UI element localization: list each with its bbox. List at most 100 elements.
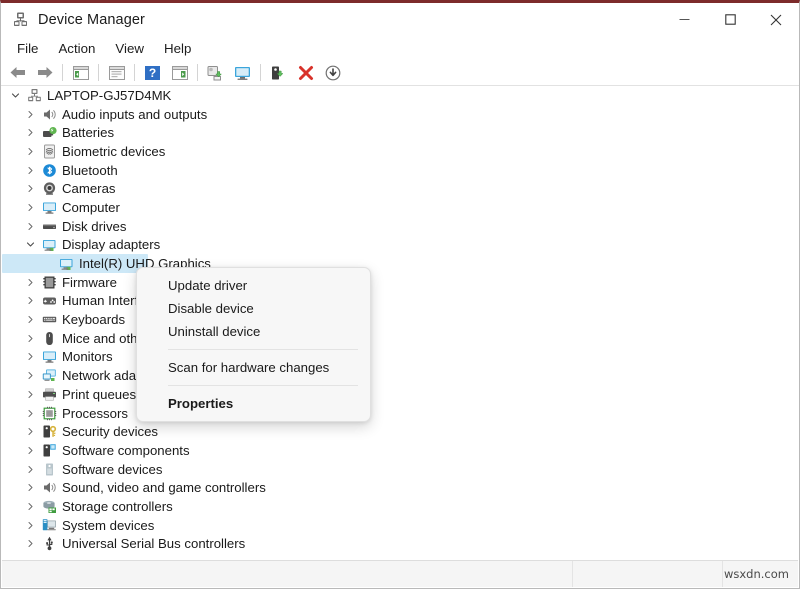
context-menu-item-scan-for-hardware-changes[interactable]: Scan for hardware changes — [137, 356, 370, 379]
tree-item-network-adapters[interactable]: Network adapters — [2, 366, 798, 385]
chevron-right-icon[interactable] — [22, 446, 39, 455]
hid-icon — [39, 293, 59, 308]
chevron-right-icon[interactable] — [22, 539, 39, 548]
tree-item-print-queues[interactable]: Print queues — [2, 385, 798, 404]
battery-icon — [39, 125, 59, 140]
tree-item-label: Audio inputs and outputs — [59, 107, 207, 122]
context-menu-item-uninstall-device[interactable]: Uninstall device — [137, 320, 370, 343]
tree-item-label: System devices — [59, 518, 154, 533]
tree-item-intel-uhd-graphics[interactable]: Intel(R) UHD Graphics — [2, 254, 798, 273]
tree-item-label: Storage controllers — [59, 499, 173, 514]
tree-item-label: Monitors — [59, 349, 113, 364]
chevron-right-icon[interactable] — [22, 521, 39, 530]
menu-action[interactable]: Action — [48, 39, 105, 58]
context-menu[interactable]: Update driver Disable device Uninstall d… — [136, 267, 371, 422]
chevron-down-icon[interactable] — [22, 240, 39, 249]
show-hide-action-pane-icon[interactable] — [166, 61, 193, 84]
chevron-right-icon[interactable] — [22, 371, 39, 380]
chevron-right-icon[interactable] — [22, 296, 39, 305]
chevron-right-icon[interactable] — [22, 110, 39, 119]
enable-device-icon[interactable] — [265, 61, 292, 84]
tree-item-audio-inputs-and-outputs[interactable]: Audio inputs and outputs — [2, 105, 798, 124]
tree-item-label: Firmware — [59, 275, 117, 290]
properties-icon[interactable] — [103, 61, 130, 84]
scan-for-hardware-changes-icon[interactable] — [229, 61, 256, 84]
fingerprint-icon — [39, 144, 59, 159]
menu-help[interactable]: Help — [154, 39, 201, 58]
chevron-right-icon[interactable] — [22, 184, 39, 193]
firmware-icon — [39, 275, 59, 290]
toolbar-separator — [134, 64, 135, 81]
tree-item-biometric-devices[interactable]: Biometric devices — [2, 142, 798, 161]
forward-arrow-icon[interactable] — [31, 61, 58, 84]
menu-file[interactable]: File — [7, 39, 48, 58]
chevron-right-icon[interactable] — [22, 278, 39, 287]
chevron-right-icon[interactable] — [22, 166, 39, 175]
tree-item-system-devices[interactable]: System devices — [2, 516, 798, 535]
tree-item-human-interface-devices[interactable]: Human Interface Devices — [2, 292, 798, 311]
disable-device-icon[interactable] — [319, 61, 346, 84]
device-tree[interactable]: LAPTOP-GJ57D4MK Audio inputs and outputs — [2, 86, 798, 559]
disk-drive-icon — [39, 219, 59, 234]
tree-item-bluetooth[interactable]: Bluetooth — [2, 161, 798, 180]
chevron-right-icon[interactable] — [22, 465, 39, 474]
context-menu-item-properties[interactable]: Properties — [137, 392, 370, 415]
chevron-right-icon[interactable] — [22, 203, 39, 212]
chevron-down-icon[interactable] — [7, 91, 24, 100]
tree-item-label: Print queues — [59, 387, 136, 402]
system-device-icon — [39, 518, 59, 533]
tree-item-keyboards[interactable]: Keyboards — [2, 310, 798, 329]
tree-item-label: Sound, video and game controllers — [59, 480, 266, 495]
uninstall-device-icon[interactable] — [292, 61, 319, 84]
menu-view[interactable]: View — [105, 39, 154, 58]
context-menu-item-disable-device[interactable]: Disable device — [137, 297, 370, 320]
chevron-right-icon[interactable] — [22, 390, 39, 399]
window-controls — [661, 3, 799, 36]
toolbar-separator — [197, 64, 198, 81]
show-hide-console-tree-icon[interactable] — [67, 61, 94, 84]
tree-item-root[interactable]: LAPTOP-GJ57D4MK — [2, 86, 798, 105]
toolbar: ? — [1, 60, 799, 86]
processor-icon — [39, 406, 59, 421]
tree-item-label: Batteries — [59, 125, 114, 140]
menu-bar: File Action View Help — [1, 36, 799, 60]
chevron-right-icon[interactable] — [22, 409, 39, 418]
tree-item-monitors[interactable]: Monitors — [2, 348, 798, 367]
tree-item-display-adapters[interactable]: Display adapters — [2, 236, 798, 255]
toolbar-separator — [260, 64, 261, 81]
tree-item-firmware[interactable]: Firmware — [2, 273, 798, 292]
minimize-button[interactable] — [661, 3, 707, 36]
chevron-right-icon[interactable] — [22, 128, 39, 137]
chevron-right-icon[interactable] — [22, 334, 39, 343]
tree-item-storage-controllers[interactable]: Storage controllers — [2, 497, 798, 516]
back-arrow-icon[interactable] — [4, 61, 31, 84]
update-driver-icon[interactable] — [202, 61, 229, 84]
tree-item-software-devices[interactable]: Software devices — [2, 460, 798, 479]
chevron-right-icon[interactable] — [22, 315, 39, 324]
context-menu-item-update-driver[interactable]: Update driver — [137, 274, 370, 297]
tree-item-security-devices[interactable]: Security devices — [2, 422, 798, 441]
chevron-right-icon[interactable] — [22, 483, 39, 492]
tree-item-universal-serial-bus-controllers[interactable]: Universal Serial Bus controllers — [2, 535, 798, 554]
tree-item-software-components[interactable]: Software components — [2, 441, 798, 460]
tree-item-processors[interactable]: Processors — [2, 404, 798, 423]
maximize-button[interactable] — [707, 3, 753, 36]
help-icon[interactable]: ? — [139, 61, 166, 84]
tree-item-disk-drives[interactable]: Disk drives — [2, 217, 798, 236]
chevron-right-icon[interactable] — [22, 427, 39, 436]
tree-item-label: Biometric devices — [59, 144, 165, 159]
tree-item-label: Cameras — [59, 181, 116, 196]
chevron-right-icon[interactable] — [22, 147, 39, 156]
chevron-right-icon[interactable] — [22, 502, 39, 511]
software-component-icon — [39, 443, 59, 458]
chevron-right-icon[interactable] — [22, 352, 39, 361]
tree-item-batteries[interactable]: Batteries — [2, 123, 798, 142]
tree-item-sound-video-and-game-controllers[interactable]: Sound, video and game controllers — [2, 478, 798, 497]
tree-item-label: Bluetooth — [59, 163, 118, 178]
tree-item-cameras[interactable]: Cameras — [2, 179, 798, 198]
close-button[interactable] — [753, 3, 799, 36]
tree-item-computer[interactable]: Computer — [2, 198, 798, 217]
chevron-right-icon[interactable] — [22, 222, 39, 231]
tree-item-mice-and-other-pointing-devices[interactable]: Mice and other pointing devices — [2, 329, 798, 348]
software-device-icon — [39, 462, 59, 477]
